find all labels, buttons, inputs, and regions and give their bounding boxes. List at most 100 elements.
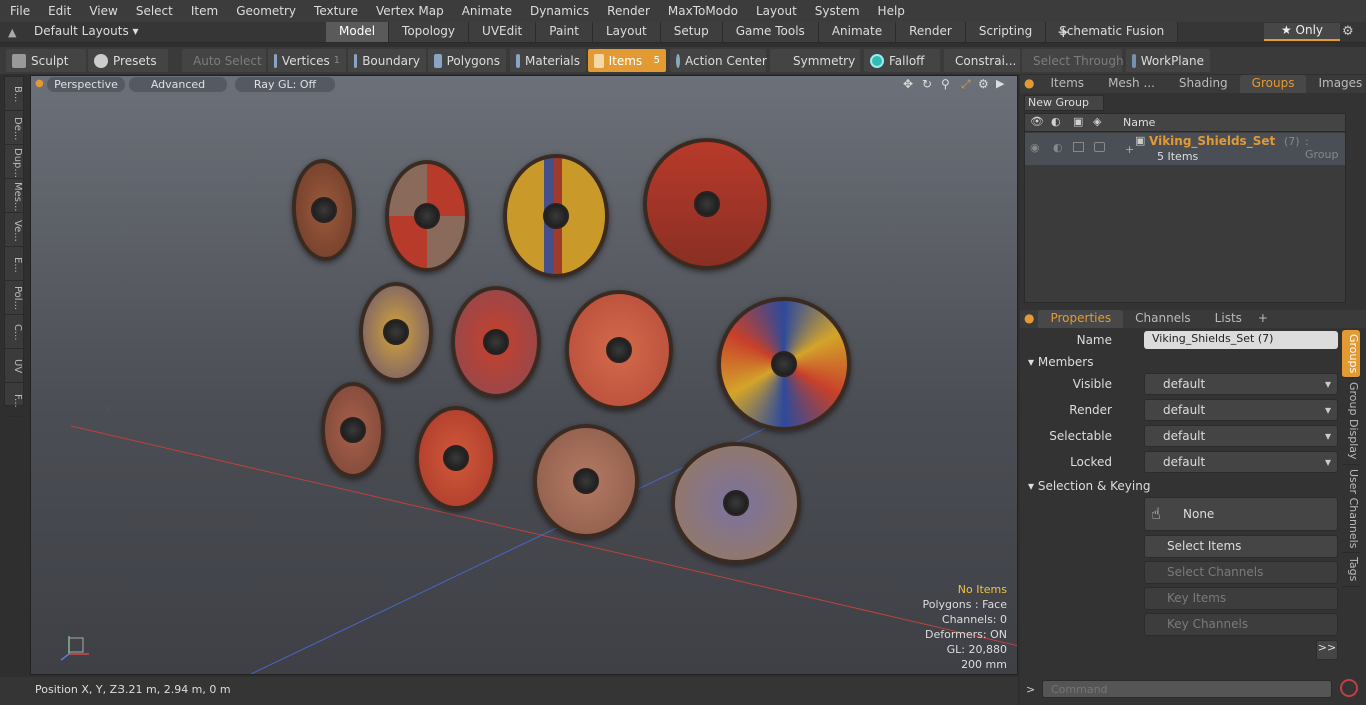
select-items-button[interactable]: Select Items <box>1144 535 1338 558</box>
tab-model[interactable]: Model <box>326 22 390 42</box>
tool-tab-edge[interactable]: E... <box>5 247 23 281</box>
tab-channels[interactable]: Channels <box>1123 310 1203 328</box>
select-channels-button[interactable]: Select Channels <box>1144 561 1338 584</box>
menu-help[interactable]: Help <box>868 4 913 18</box>
tool-tab-vertex[interactable]: Ve... <box>5 213 23 247</box>
shield-model[interactable] <box>565 290 673 410</box>
tab-paint[interactable]: Paint <box>536 22 593 42</box>
select-col-icon[interactable]: ◈ <box>1093 115 1101 128</box>
menu-vertex-map[interactable]: Vertex Map <box>366 4 452 18</box>
menu-item[interactable]: Item <box>181 4 226 18</box>
tab-scripting[interactable]: Scripting <box>965 22 1047 42</box>
menu-render[interactable]: Render <box>597 4 658 18</box>
layout-selector[interactable]: Default Layouts ▾ <box>34 24 139 38</box>
selection-keying-section[interactable]: ▾ Selection & Keying <box>1028 479 1150 493</box>
shield-model[interactable] <box>717 297 851 431</box>
menu-file[interactable]: File <box>0 4 38 18</box>
tab-animate[interactable]: Animate <box>818 22 897 42</box>
tab-properties[interactable]: Properties <box>1038 310 1124 328</box>
menu-texture[interactable]: Texture <box>304 4 366 18</box>
polygons-button[interactable]: Polygons <box>428 49 506 72</box>
falloff-button[interactable]: Falloff <box>864 49 940 72</box>
visibility-col-icon[interactable]: 👁 <box>1030 115 1044 128</box>
menu-edit[interactable]: Edit <box>38 4 79 18</box>
tab-topology[interactable]: Topology <box>389 22 470 42</box>
menu-geometry[interactable]: Geometry <box>226 4 304 18</box>
new-group-button[interactable]: New Group <box>1024 95 1104 111</box>
visible-dropdown[interactable]: default <box>1144 373 1338 395</box>
items-button[interactable]: Items 5 <box>588 49 666 72</box>
side-tab-tags[interactable]: Tags <box>1342 553 1360 587</box>
tab-uvedit[interactable]: UVEdit <box>469 22 537 42</box>
shield-model[interactable] <box>533 424 639 538</box>
menu-select[interactable]: Select <box>126 4 181 18</box>
menu-maxtomodo[interactable]: MaxToModo <box>658 4 746 18</box>
action-center-button[interactable]: Action Center <box>670 49 767 72</box>
lock-toggle-icon[interactable] <box>1073 142 1084 152</box>
auto-select-button[interactable]: Auto Select <box>182 49 266 72</box>
menu-animate[interactable]: Animate <box>452 4 520 18</box>
tool-tab-deform[interactable]: De... <box>5 111 23 145</box>
tool-tab-mesh[interactable]: Mes... <box>5 179 23 213</box>
group-name-field[interactable]: Viking_Shields_Set (7) <box>1144 331 1338 349</box>
gear-icon[interactable]: ⚙ <box>1342 24 1354 39</box>
tab-groups[interactable]: Groups <box>1239 75 1307 93</box>
tab-layout[interactable]: Layout <box>592 22 661 42</box>
tool-tab-duplicate[interactable]: Dup... <box>5 145 23 179</box>
tool-tab-bevel[interactable]: B... <box>5 77 23 111</box>
menu-view[interactable]: View <box>79 4 125 18</box>
shield-model[interactable] <box>451 286 541 398</box>
render-toggle-icon[interactable]: ◐ <box>1053 141 1063 154</box>
side-tab-user-channels[interactable]: User Channels <box>1342 465 1360 554</box>
shield-model[interactable] <box>321 382 385 478</box>
shield-model[interactable] <box>671 442 801 564</box>
shield-model[interactable] <box>503 154 609 278</box>
side-tab-group-display[interactable]: Group Display <box>1342 378 1360 465</box>
boundary-button[interactable]: Boundary <box>348 49 426 72</box>
shield-model[interactable] <box>415 406 497 510</box>
menu-dynamics[interactable]: Dynamics <box>520 4 597 18</box>
add-tab-icon[interactable]: + <box>1057 23 1070 41</box>
tab-items[interactable]: Items <box>1038 75 1096 93</box>
select-toggle-icon[interactable] <box>1094 142 1105 152</box>
render-col-icon[interactable]: ◐ <box>1051 115 1061 128</box>
tab-lists[interactable]: Lists <box>1203 310 1254 328</box>
workplane-button[interactable]: WorkPlane <box>1126 49 1210 72</box>
materials-button[interactable]: Materials <box>510 49 586 72</box>
symmetry-button[interactable]: Symmetry <box>770 49 860 72</box>
selectable-dropdown[interactable]: default <box>1144 425 1338 447</box>
render-dropdown[interactable]: default <box>1144 399 1338 421</box>
constraints-button[interactable]: Constrai... <box>944 49 1020 72</box>
tab-game-tools[interactable]: Game Tools <box>722 22 819 42</box>
lock-col-icon[interactable]: ▣ <box>1073 115 1083 128</box>
more-button[interactable]: >> <box>1316 640 1338 660</box>
tab-mesh[interactable]: Mesh ... <box>1096 75 1167 93</box>
members-section[interactable]: ▾ Members <box>1028 355 1093 369</box>
record-icon[interactable] <box>1340 679 1358 697</box>
expand-plus-icon[interactable]: + <box>1125 143 1134 156</box>
sculpt-button[interactable]: Sculpt <box>6 49 86 72</box>
tab-setup[interactable]: Setup <box>660 22 723 42</box>
only-button[interactable]: ★ Only <box>1264 23 1340 41</box>
group-row[interactable]: ◉ ◐ + ▣ Viking_Shields_Set (7) : Group 5… <box>1025 133 1345 165</box>
key-channels-button[interactable]: Key Channels <box>1144 613 1338 636</box>
add-props-tab-icon[interactable]: + <box>1254 310 1272 328</box>
menu-system[interactable]: System <box>805 4 868 18</box>
key-items-button[interactable]: Key Items <box>1144 587 1338 610</box>
tab-shading[interactable]: Shading <box>1167 75 1240 93</box>
menu-layout[interactable]: Layout <box>746 4 805 18</box>
props-menu-icon[interactable]: ● <box>1020 310 1038 328</box>
tab-render[interactable]: Render <box>896 22 966 42</box>
side-tab-groups[interactable]: Groups <box>1342 330 1360 379</box>
shield-model[interactable] <box>385 160 469 272</box>
locked-dropdown[interactable]: default <box>1144 451 1338 473</box>
tool-tab-uv[interactable]: UV <box>5 349 23 383</box>
collapse-up-icon[interactable]: ▲ <box>8 26 20 39</box>
tab-images[interactable]: Images <box>1306 75 1366 93</box>
presets-button[interactable]: Presets <box>88 49 168 72</box>
select-through-button[interactable]: Select Through <box>1022 49 1124 72</box>
tool-tab-polygon[interactable]: Pol... <box>5 281 23 315</box>
shield-model[interactable] <box>359 282 433 382</box>
tool-tab-fusion[interactable]: F... <box>5 383 23 417</box>
none-button[interactable]: ☝ None <box>1144 497 1338 531</box>
